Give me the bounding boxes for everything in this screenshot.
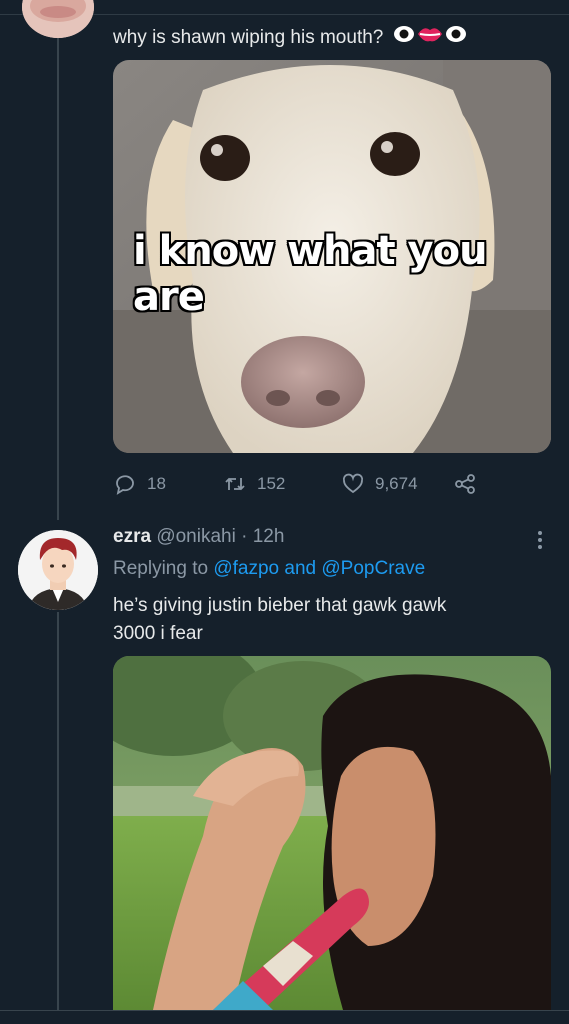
meme-caption: i know what you are [133,228,488,320]
lips-emoji-icon [417,24,443,52]
reply-count: 18 [147,474,166,493]
tweet-text-line: he’s giving justin bieber that gawk gawk [113,595,447,616]
reply-icon [116,475,134,495]
tweet-image-dog-meme[interactable]: i know what you are [113,60,551,453]
retweet-count: 152 [257,474,286,493]
more-button[interactable] [530,528,550,552]
like-button[interactable]: 9,674 [341,472,453,496]
share-icon [455,474,475,494]
eyes-emoji-icon [393,24,415,52]
retweet-button[interactable]: 152 [223,472,341,496]
separator: · [241,526,248,547]
display-name[interactable]: ezra [113,526,151,547]
share-button[interactable] [453,472,477,496]
tweet-actions: 18 152 9,674 [113,470,493,498]
tweet-text: he’s giving justin bieber that gawk gawk… [113,592,446,648]
like-count: 9,674 [375,474,418,493]
avatar[interactable] [22,0,94,38]
tweet-header: ezra @onikahi · 12h [113,526,284,548]
like-icon [342,473,364,494]
more-icon [538,531,542,549]
thread-line-top [57,38,59,520]
reply-mention-fazpo[interactable]: @fazpo [213,558,279,579]
replying-prefix: Replying to [113,558,209,579]
replying-to: Replying to @fazpo and @PopCrave [113,558,425,580]
tweet-text: why is shawn wiping his mouth? [113,24,467,52]
user-handle[interactable]: @onikahi [156,526,236,547]
tweet-image-photo[interactable] [113,656,551,1010]
retweet-icon [225,477,245,491]
thread-line-bottom [57,612,59,1010]
reply-mention-popcrave[interactable]: @PopCrave [321,558,425,579]
tweet-text-line: 3000 i fear [113,623,203,644]
replying-and: and [284,558,317,579]
reply-button[interactable]: 18 [113,472,223,496]
bottom-divider [0,1010,569,1011]
timestamp[interactable]: 12h [253,526,285,547]
eyes-emoji-icon [445,24,467,52]
avatar[interactable] [18,530,98,610]
tweet-text-content: why is shawn wiping his mouth? [113,27,384,49]
